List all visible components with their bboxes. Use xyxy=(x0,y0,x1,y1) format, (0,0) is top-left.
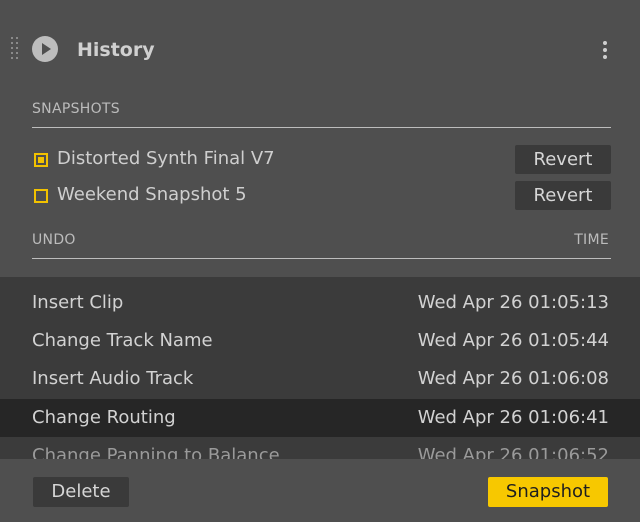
snapshot-active-checkbox-icon[interactable] xyxy=(34,153,48,167)
undo-divider xyxy=(32,258,611,259)
undo-column-label: UNDO xyxy=(32,232,76,248)
snapshot-item[interactable]: Distorted Synth Final V7 Revert xyxy=(32,145,611,175)
drag-handle-icon[interactable] xyxy=(11,37,21,61)
snapshot-item[interactable]: Weekend Snapshot 5 Revert xyxy=(32,181,611,211)
revert-button[interactable]: Revert xyxy=(515,145,611,174)
snapshot-button[interactable]: Snapshot xyxy=(488,477,608,507)
undo-action-name: Change Routing xyxy=(32,407,176,428)
undo-action-time: Wed Apr 26 01:06:41 xyxy=(417,407,609,428)
snapshot-name: Weekend Snapshot 5 xyxy=(57,184,247,205)
undo-action-time: Wed Apr 26 01:06:52 xyxy=(417,445,609,459)
undo-action-name: Insert Clip xyxy=(32,292,124,313)
revert-button[interactable]: Revert xyxy=(515,181,611,210)
undo-action-name: Change Panning to Balance xyxy=(32,445,280,459)
panel-footer: Delete Snapshot xyxy=(0,459,640,522)
time-column-label: TIME xyxy=(574,232,609,248)
snapshot-checkbox-icon[interactable] xyxy=(34,189,48,203)
snapshots-section-label: SNAPSHOTS xyxy=(32,101,120,117)
undo-row[interactable]: Change Panning to Balance Wed Apr 26 01:… xyxy=(0,437,640,459)
undo-action-name: Change Track Name xyxy=(32,330,213,351)
undo-row[interactable]: Insert Audio Track Wed Apr 26 01:06:08 xyxy=(0,360,640,398)
play-icon[interactable] xyxy=(32,36,58,62)
undo-action-time: Wed Apr 26 01:05:13 xyxy=(417,292,609,313)
panel-title: History xyxy=(77,39,155,61)
undo-action-time: Wed Apr 26 01:06:08 xyxy=(417,368,609,389)
panel-header: History xyxy=(0,0,640,100)
undo-row[interactable]: Change Track Name Wed Apr 26 01:05:44 xyxy=(0,322,640,360)
snapshot-name: Distorted Synth Final V7 xyxy=(57,148,275,169)
undo-row[interactable]: Insert Clip Wed Apr 26 01:05:13 xyxy=(0,284,640,322)
delete-button[interactable]: Delete xyxy=(33,477,129,507)
more-vertical-icon[interactable] xyxy=(598,38,612,62)
undo-history-list[interactable]: Insert Clip Wed Apr 26 01:05:13 Change T… xyxy=(0,277,640,459)
undo-action-name: Insert Audio Track xyxy=(32,368,194,389)
undo-row-selected[interactable]: Change Routing Wed Apr 26 01:06:41 xyxy=(0,399,640,437)
undo-action-time: Wed Apr 26 01:05:44 xyxy=(417,330,609,351)
snapshots-divider xyxy=(32,127,611,128)
